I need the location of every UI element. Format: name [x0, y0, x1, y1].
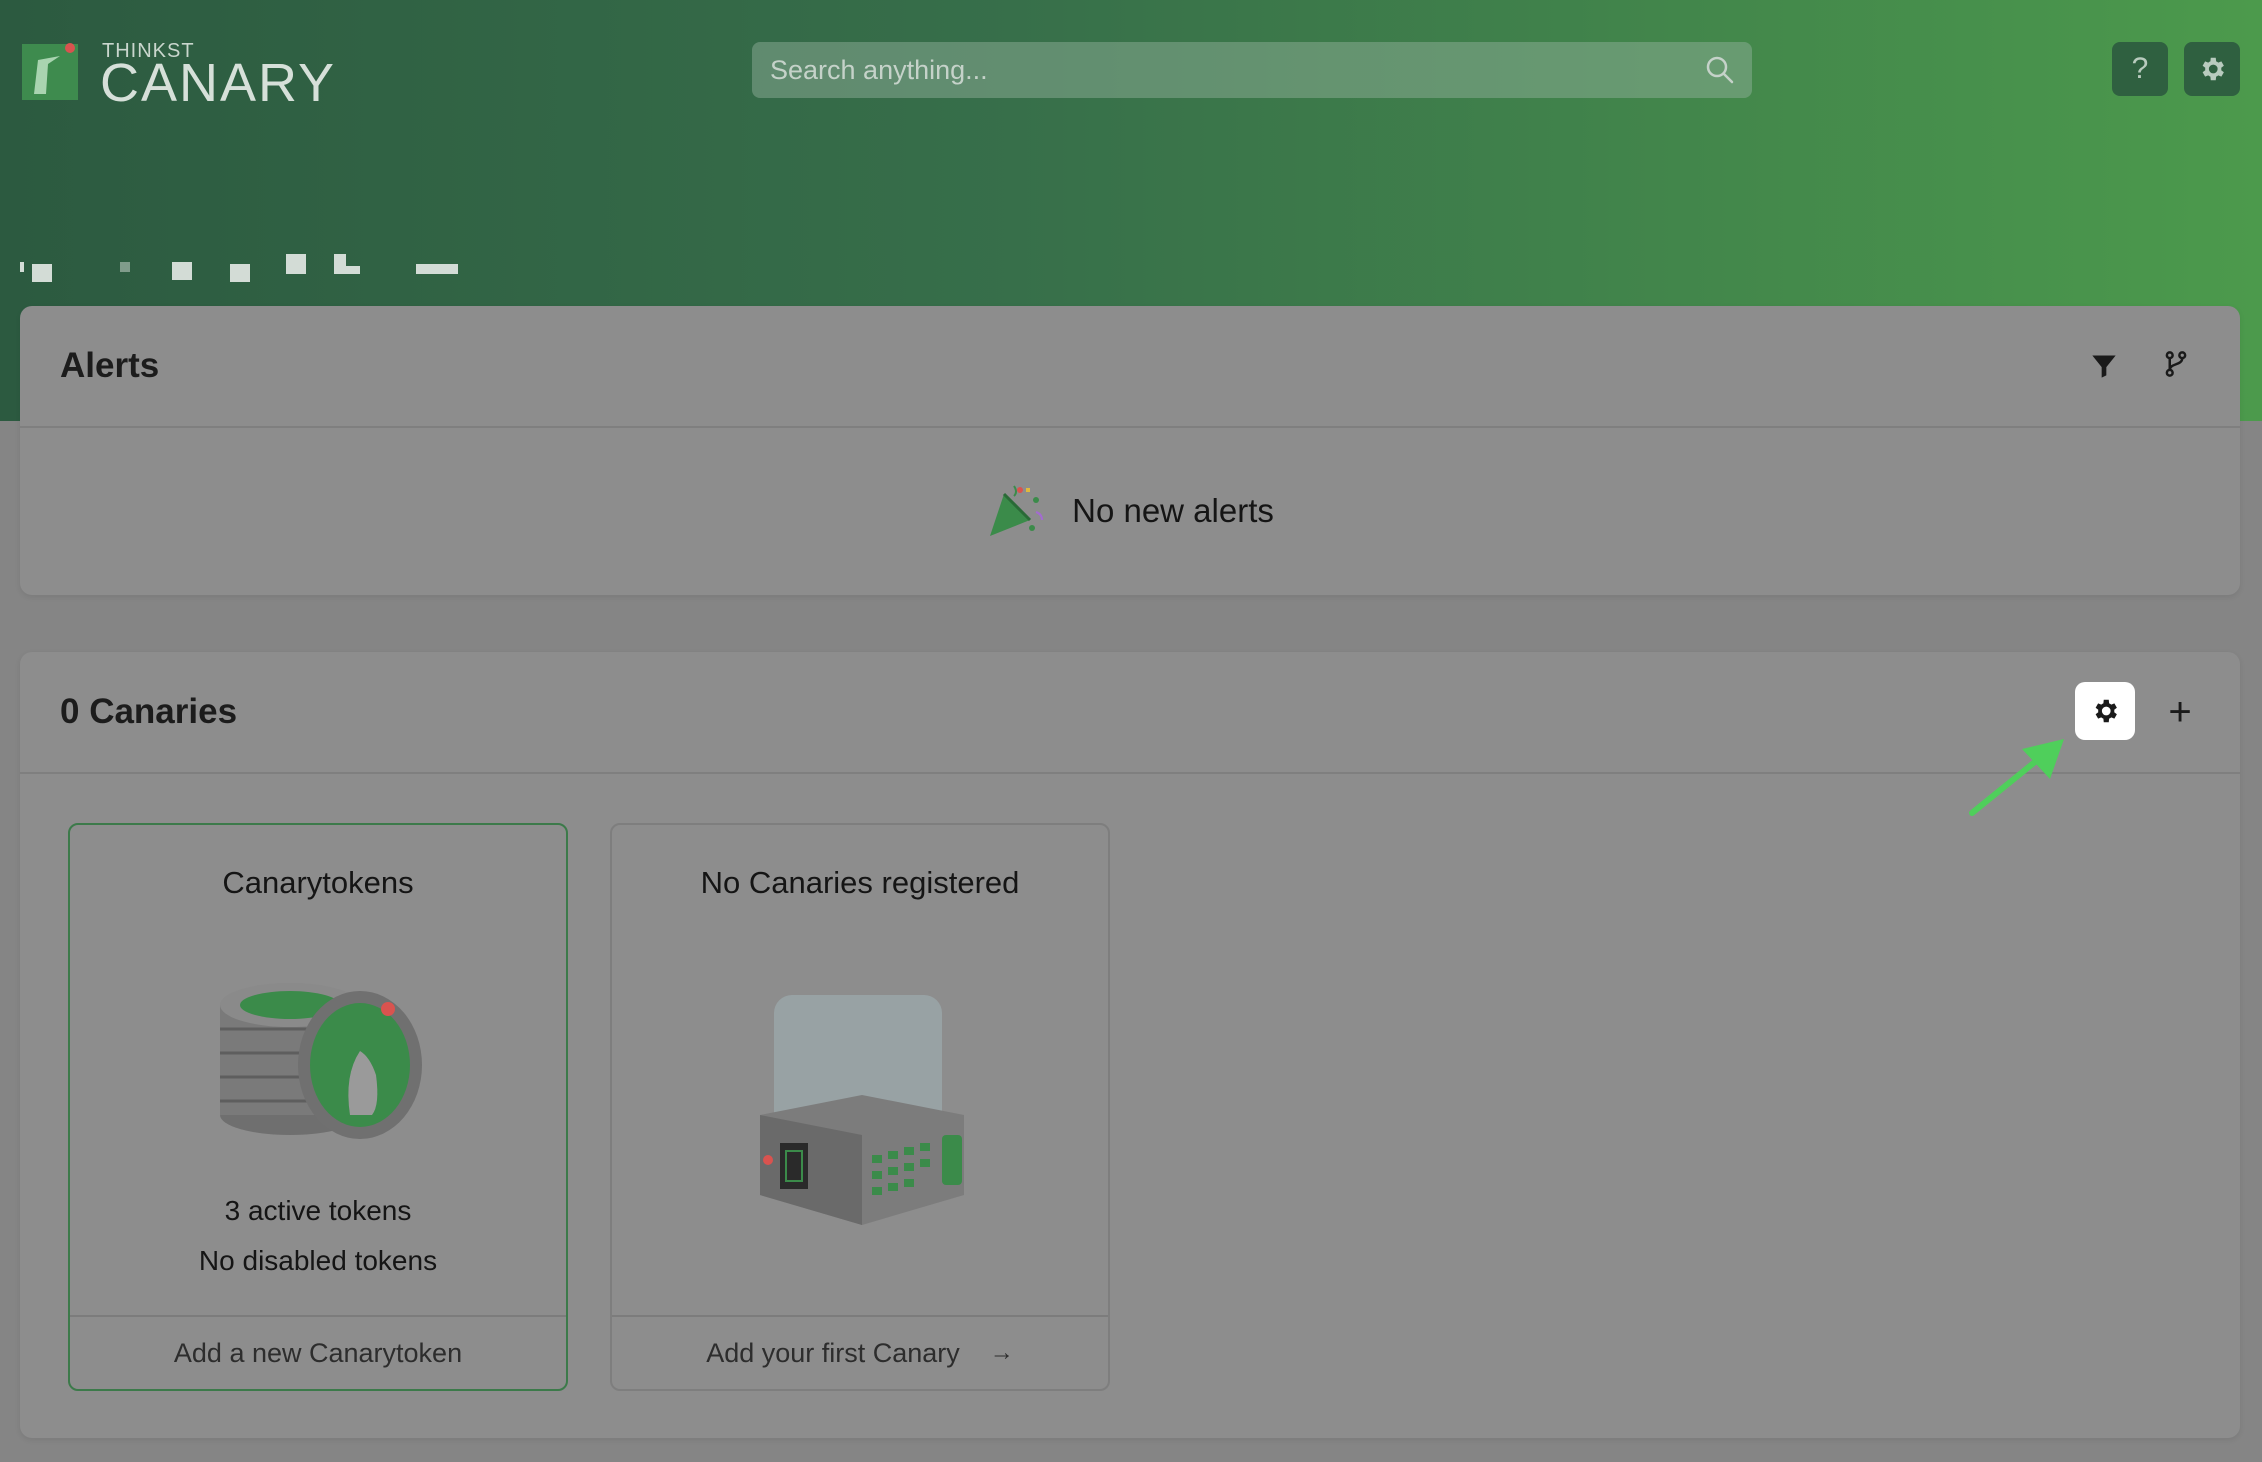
- add-canarytoken-link[interactable]: Add a new Canarytoken: [70, 1315, 566, 1389]
- tile-title: No Canaries registered: [700, 865, 1020, 900]
- canaries-header: 0 Canaries: [20, 652, 2240, 774]
- search-input[interactable]: [768, 53, 1704, 87]
- annotation-arrow-icon: [1969, 739, 2064, 816]
- canaries-title: 0 Canaries: [60, 692, 238, 731]
- arrow-right-icon: →: [989, 1339, 1014, 1366]
- no-alerts-message: No new alerts: [20, 428, 2240, 594]
- canary-device-image: [760, 995, 964, 1225]
- alerts-card: Alerts No new alerts: [20, 306, 2240, 595]
- active-tokens-text: 3 active tokens: [224, 1195, 412, 1226]
- token-coins-image: [220, 983, 422, 1139]
- no-alerts-text: No new alerts: [1072, 492, 1274, 529]
- alerts-title: Alerts: [60, 346, 160, 385]
- redacted-breadcrumb: [20, 254, 460, 284]
- no-canaries-tile[interactable]: No Canaries registered Add your first Ca…: [610, 823, 1110, 1391]
- add-first-canary-link[interactable]: Add your first Canary →: [612, 1315, 1108, 1389]
- filter-button[interactable]: [2082, 344, 2126, 388]
- canarytokens-tile[interactable]: Canarytokens 3 active tokens No disabled…: [68, 823, 568, 1391]
- plus-icon: +: [2168, 689, 2192, 734]
- disabled-tokens-text: No disabled tokens: [198, 1245, 438, 1276]
- gear-icon: [2095, 699, 2117, 723]
- help-button[interactable]: ?: [2112, 42, 2168, 96]
- add-first-canary-label: Add your first Canary: [706, 1337, 960, 1368]
- search-icon[interactable]: [1704, 54, 1736, 86]
- add-canarytoken-label: Add a new Canarytoken: [173, 1337, 463, 1368]
- settings-button[interactable]: [2184, 42, 2240, 96]
- party-popper-icon: [990, 485, 1044, 536]
- branch-icon: [2165, 351, 2187, 377]
- gear-icon: [2202, 57, 2224, 81]
- alerts-header: Alerts: [20, 306, 2240, 428]
- canary-logo-icon: [22, 43, 78, 100]
- logo-title: CANARY: [100, 53, 337, 113]
- filter-icon: [2092, 355, 2116, 378]
- search-bar[interactable]: [752, 42, 1752, 98]
- tile-title: Canarytokens: [222, 865, 414, 900]
- branch-button[interactable]: [2154, 342, 2198, 386]
- add-canary-button[interactable]: +: [2152, 684, 2208, 740]
- help-icon: ?: [2131, 52, 2149, 85]
- canaries-settings-button[interactable]: [2075, 682, 2135, 740]
